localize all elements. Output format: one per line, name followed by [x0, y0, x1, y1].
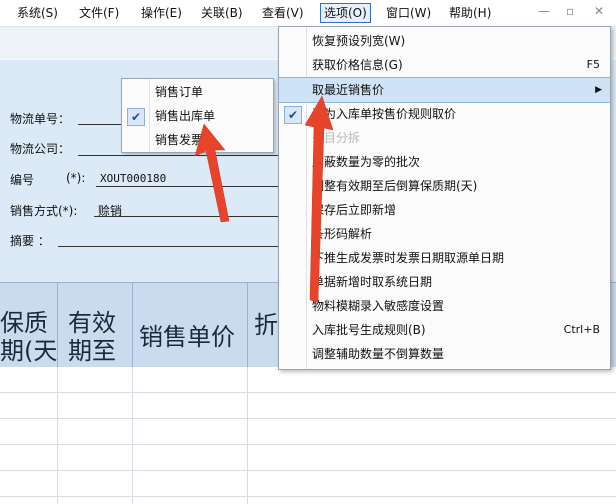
annotation-arrows	[194, 95, 334, 303]
red-arrow-icon	[194, 123, 230, 223]
red-arrow-icon	[304, 95, 334, 303]
